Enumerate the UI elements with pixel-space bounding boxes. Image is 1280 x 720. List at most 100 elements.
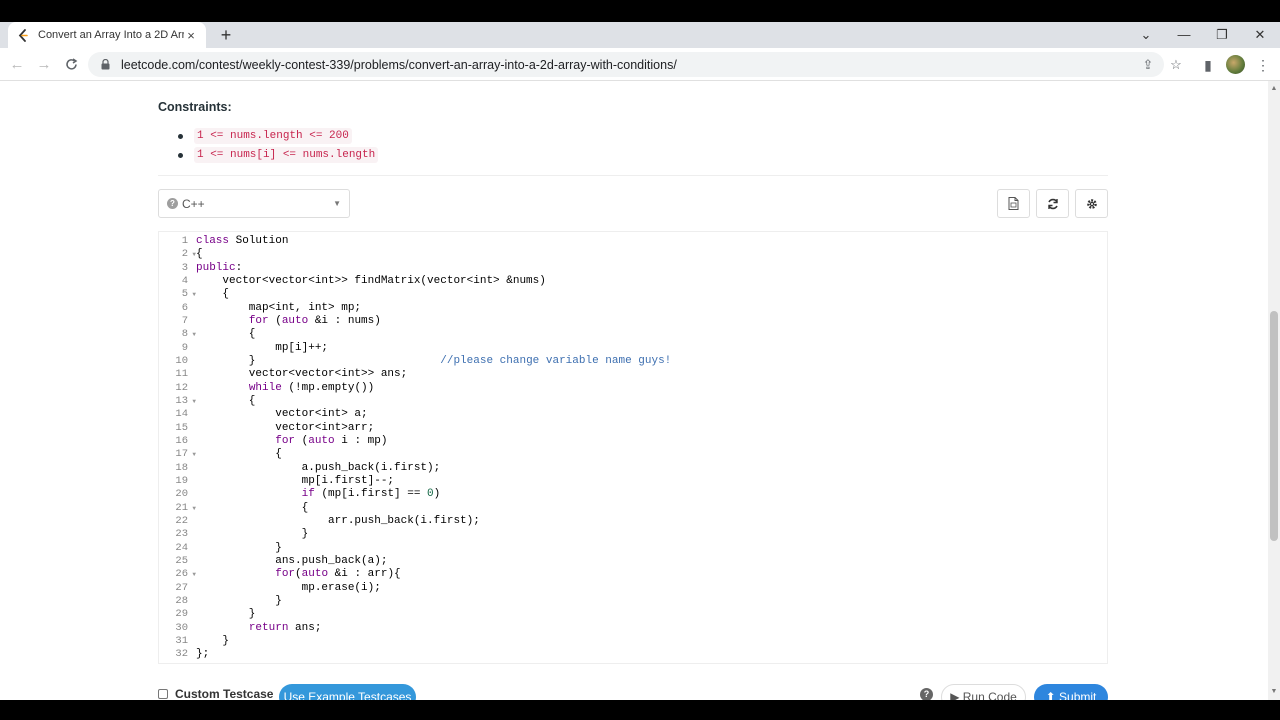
code-line[interactable]: if (mp[i.first] == 0) — [196, 488, 671, 501]
code-line[interactable]: } — [196, 595, 671, 608]
code-line[interactable]: class Solution — [196, 235, 671, 248]
settings-button[interactable] — [1075, 189, 1108, 218]
document-icon — [1008, 197, 1019, 210]
address-bar[interactable]: leetcode.com/contest/weekly-contest-339/… — [88, 52, 1182, 77]
code-line[interactable]: vector<vector<int>> findMatrix(vector<in… — [196, 275, 671, 288]
code-editor[interactable]: 1 2 ▼ 3 4 5 ▼ 6 7 8 ▼ 9 10 11 12 13 ▼ 14 15 16 17 ▼ 18 19 20 21 ▼ 2… — [158, 231, 1108, 664]
custom-testcase-checkbox[interactable] — [158, 689, 168, 699]
tab-title: Convert an Array Into a 2D Array — [38, 29, 184, 41]
close-window-button[interactable]: ✕ — [1250, 25, 1270, 45]
line-number: 18 — [175, 461, 188, 474]
help-icon[interactable]: ? — [920, 688, 933, 700]
code-lines[interactable]: class Solution{public: vector<vector<int… — [196, 235, 671, 662]
line-number: 15 — [175, 421, 188, 434]
tab-search-icon[interactable]: ⌄ — [1136, 25, 1156, 45]
language-label: C++ — [182, 196, 205, 211]
menu-kebab-icon[interactable]: ⋮ — [1252, 54, 1274, 76]
forward-arrow-icon[interactable]: → — [33, 54, 55, 76]
side-panel-icon[interactable]: ▮ — [1197, 54, 1219, 76]
tab-close-icon[interactable]: × — [184, 28, 198, 43]
code-line[interactable]: mp[i.first]--; — [196, 475, 671, 488]
run-code-button[interactable]: ▶ Run Code — [941, 684, 1026, 700]
code-line[interactable]: }; — [196, 648, 671, 661]
constraint-item: 1 <= nums[i] <= nums.length — [178, 147, 379, 163]
bullet — [178, 152, 183, 158]
code-line[interactable]: vector<int>arr; — [196, 422, 671, 435]
bullet — [178, 133, 183, 139]
browser-tab[interactable]: Convert an Array Into a 2D Array × — [8, 22, 206, 48]
code-line[interactable]: } — [196, 635, 671, 648]
refresh-icon — [1047, 198, 1058, 209]
constraint-item: 1 <= nums.length <= 200 — [178, 128, 352, 144]
code-line[interactable]: mp.erase(i); — [196, 582, 671, 595]
reload-icon[interactable] — [60, 54, 82, 76]
line-number: 20 — [175, 488, 188, 501]
line-number: 5 ▼ — [181, 288, 196, 301]
line-number: 29 — [175, 608, 188, 621]
page-content: Constraints: 1 <= nums.length <= 200 1 <… — [0, 81, 1268, 700]
code-line[interactable]: map<int, int> mp; — [196, 302, 671, 315]
code-line[interactable]: return ans; — [196, 622, 671, 635]
scroll-thumb[interactable] — [1270, 311, 1278, 541]
gear-icon — [1086, 198, 1097, 209]
constraint-code: 1 <= nums.length <= 200 — [194, 128, 352, 144]
caret-down-icon: ▼ — [333, 199, 341, 208]
window-top-bar — [0, 0, 1280, 22]
constraint-code: 1 <= nums[i] <= nums.length — [194, 147, 379, 163]
code-line[interactable]: for(auto &i : arr){ — [196, 568, 671, 581]
scroll-down-icon[interactable]: ▼ — [1268, 686, 1280, 698]
submit-button[interactable]: ⬆ Submit — [1034, 684, 1108, 700]
tab-strip: Convert an Array Into a 2D Array × + ⌄ —… — [0, 22, 1280, 48]
reset-code-button[interactable] — [1036, 189, 1069, 218]
language-select[interactable]: ? C++ ▼ — [158, 189, 350, 218]
line-number: 19 — [175, 474, 188, 487]
code-line[interactable]: } — [196, 608, 671, 621]
code-line[interactable]: ans.push_back(a); — [196, 555, 671, 568]
code-line[interactable]: } //please change variable name guys! — [196, 355, 672, 368]
line-number: 14 — [175, 408, 188, 421]
line-number: 21 ▼ — [175, 501, 196, 514]
code-line[interactable]: mp[i]++; — [196, 342, 671, 355]
minimize-button[interactable]: — — [1174, 25, 1194, 45]
code-line[interactable]: { — [196, 448, 671, 461]
code-line[interactable]: while (!mp.empty()) — [196, 382, 671, 395]
use-example-testcases-button[interactable]: Use Example Testcases — [279, 684, 416, 700]
code-line[interactable]: a.push_back(i.first); — [196, 462, 671, 475]
line-number: 2 ▼ — [181, 248, 196, 261]
url-text: leetcode.com/contest/weekly-contest-339/… — [121, 57, 677, 72]
code-line[interactable]: { — [196, 502, 671, 515]
page-scrollbar[interactable]: ▲ ▼ — [1268, 81, 1280, 700]
code-line[interactable]: for (auto &i : nums) — [196, 315, 671, 328]
help-icon: ? — [167, 198, 178, 209]
code-line[interactable]: { — [196, 248, 671, 261]
scroll-up-icon[interactable]: ▲ — [1268, 83, 1280, 95]
code-line[interactable]: for (auto i : mp) — [196, 435, 671, 448]
line-number: 4 — [181, 274, 188, 287]
code-line[interactable]: { — [196, 395, 671, 408]
code-line[interactable]: { — [196, 328, 671, 341]
bookmark-star-icon[interactable]: ☆ — [1166, 55, 1186, 75]
profile-avatar[interactable] — [1226, 55, 1245, 74]
line-number: 31 — [175, 634, 188, 647]
constraints-heading: Constraints: — [158, 100, 232, 114]
line-number: 32 — [175, 648, 188, 661]
restore-button[interactable]: ❐ — [1212, 25, 1232, 45]
code-line[interactable]: public: — [196, 262, 671, 275]
code-line[interactable]: { — [196, 288, 671, 301]
share-icon[interactable]: ⇪ — [1138, 55, 1158, 75]
new-tab-button[interactable]: + — [216, 25, 236, 45]
line-number: 13 ▼ — [175, 394, 196, 407]
line-number: 17 ▼ — [175, 448, 196, 461]
line-number: 8 ▼ — [181, 328, 196, 341]
line-number: 1 — [181, 235, 188, 247]
code-line[interactable]: vector<int> a; — [196, 408, 671, 421]
custom-testcase-label: Custom Testcase — [175, 687, 274, 700]
code-line[interactable]: vector<vector<int>> ans; — [196, 368, 671, 381]
browser-toolbar: ← → leetcode.com/contest/weekly-contest-… — [0, 48, 1280, 81]
code-line[interactable]: } — [196, 528, 671, 541]
line-number: 27 — [175, 581, 188, 594]
code-line[interactable]: } — [196, 542, 671, 555]
notes-button[interactable] — [997, 189, 1030, 218]
back-arrow-icon[interactable]: ← — [6, 54, 28, 76]
code-line[interactable]: arr.push_back(i.first); — [196, 515, 671, 528]
